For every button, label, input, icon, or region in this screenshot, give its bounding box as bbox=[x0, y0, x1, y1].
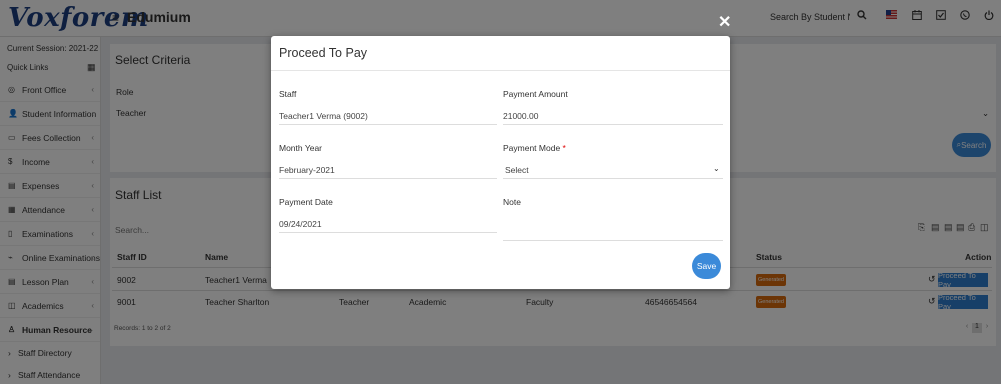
month-year-label: Month Year bbox=[279, 143, 323, 153]
close-icon[interactable]: ✕ bbox=[718, 12, 731, 32]
payment-amount-underline bbox=[503, 124, 723, 125]
staff-label: Staff bbox=[279, 89, 297, 99]
proceed-to-pay-modal: Proceed To Pay Staff Teacher1 Verma (900… bbox=[271, 36, 730, 289]
payment-amount-label: Payment Amount bbox=[503, 89, 568, 99]
payment-mode-underline bbox=[503, 178, 723, 179]
chevron-down-icon[interactable]: ⌄ bbox=[713, 164, 720, 173]
payment-mode-select[interactable]: Select bbox=[505, 165, 529, 175]
payment-date-underline bbox=[279, 232, 497, 233]
note-label: Note bbox=[503, 197, 521, 207]
payment-amount-field[interactable]: 21000.00 bbox=[503, 111, 538, 121]
payment-date-label: Payment Date bbox=[279, 197, 333, 207]
month-year-underline bbox=[279, 178, 497, 179]
month-year-field[interactable]: February-2021 bbox=[279, 165, 335, 175]
note-field[interactable] bbox=[503, 240, 723, 241]
modal-title: Proceed To Pay bbox=[279, 46, 368, 60]
payment-date-field[interactable]: 09/24/2021 bbox=[279, 219, 322, 229]
staff-field-underline bbox=[279, 124, 497, 125]
save-button[interactable]: Save bbox=[692, 253, 721, 279]
payment-mode-label-text: Payment Mode bbox=[503, 143, 561, 153]
required-asterisk: * bbox=[562, 143, 566, 153]
modal-header: Proceed To Pay bbox=[271, 36, 730, 71]
payment-mode-label: Payment Mode * bbox=[503, 143, 566, 153]
staff-field[interactable]: Teacher1 Verma (9002) bbox=[279, 111, 368, 121]
